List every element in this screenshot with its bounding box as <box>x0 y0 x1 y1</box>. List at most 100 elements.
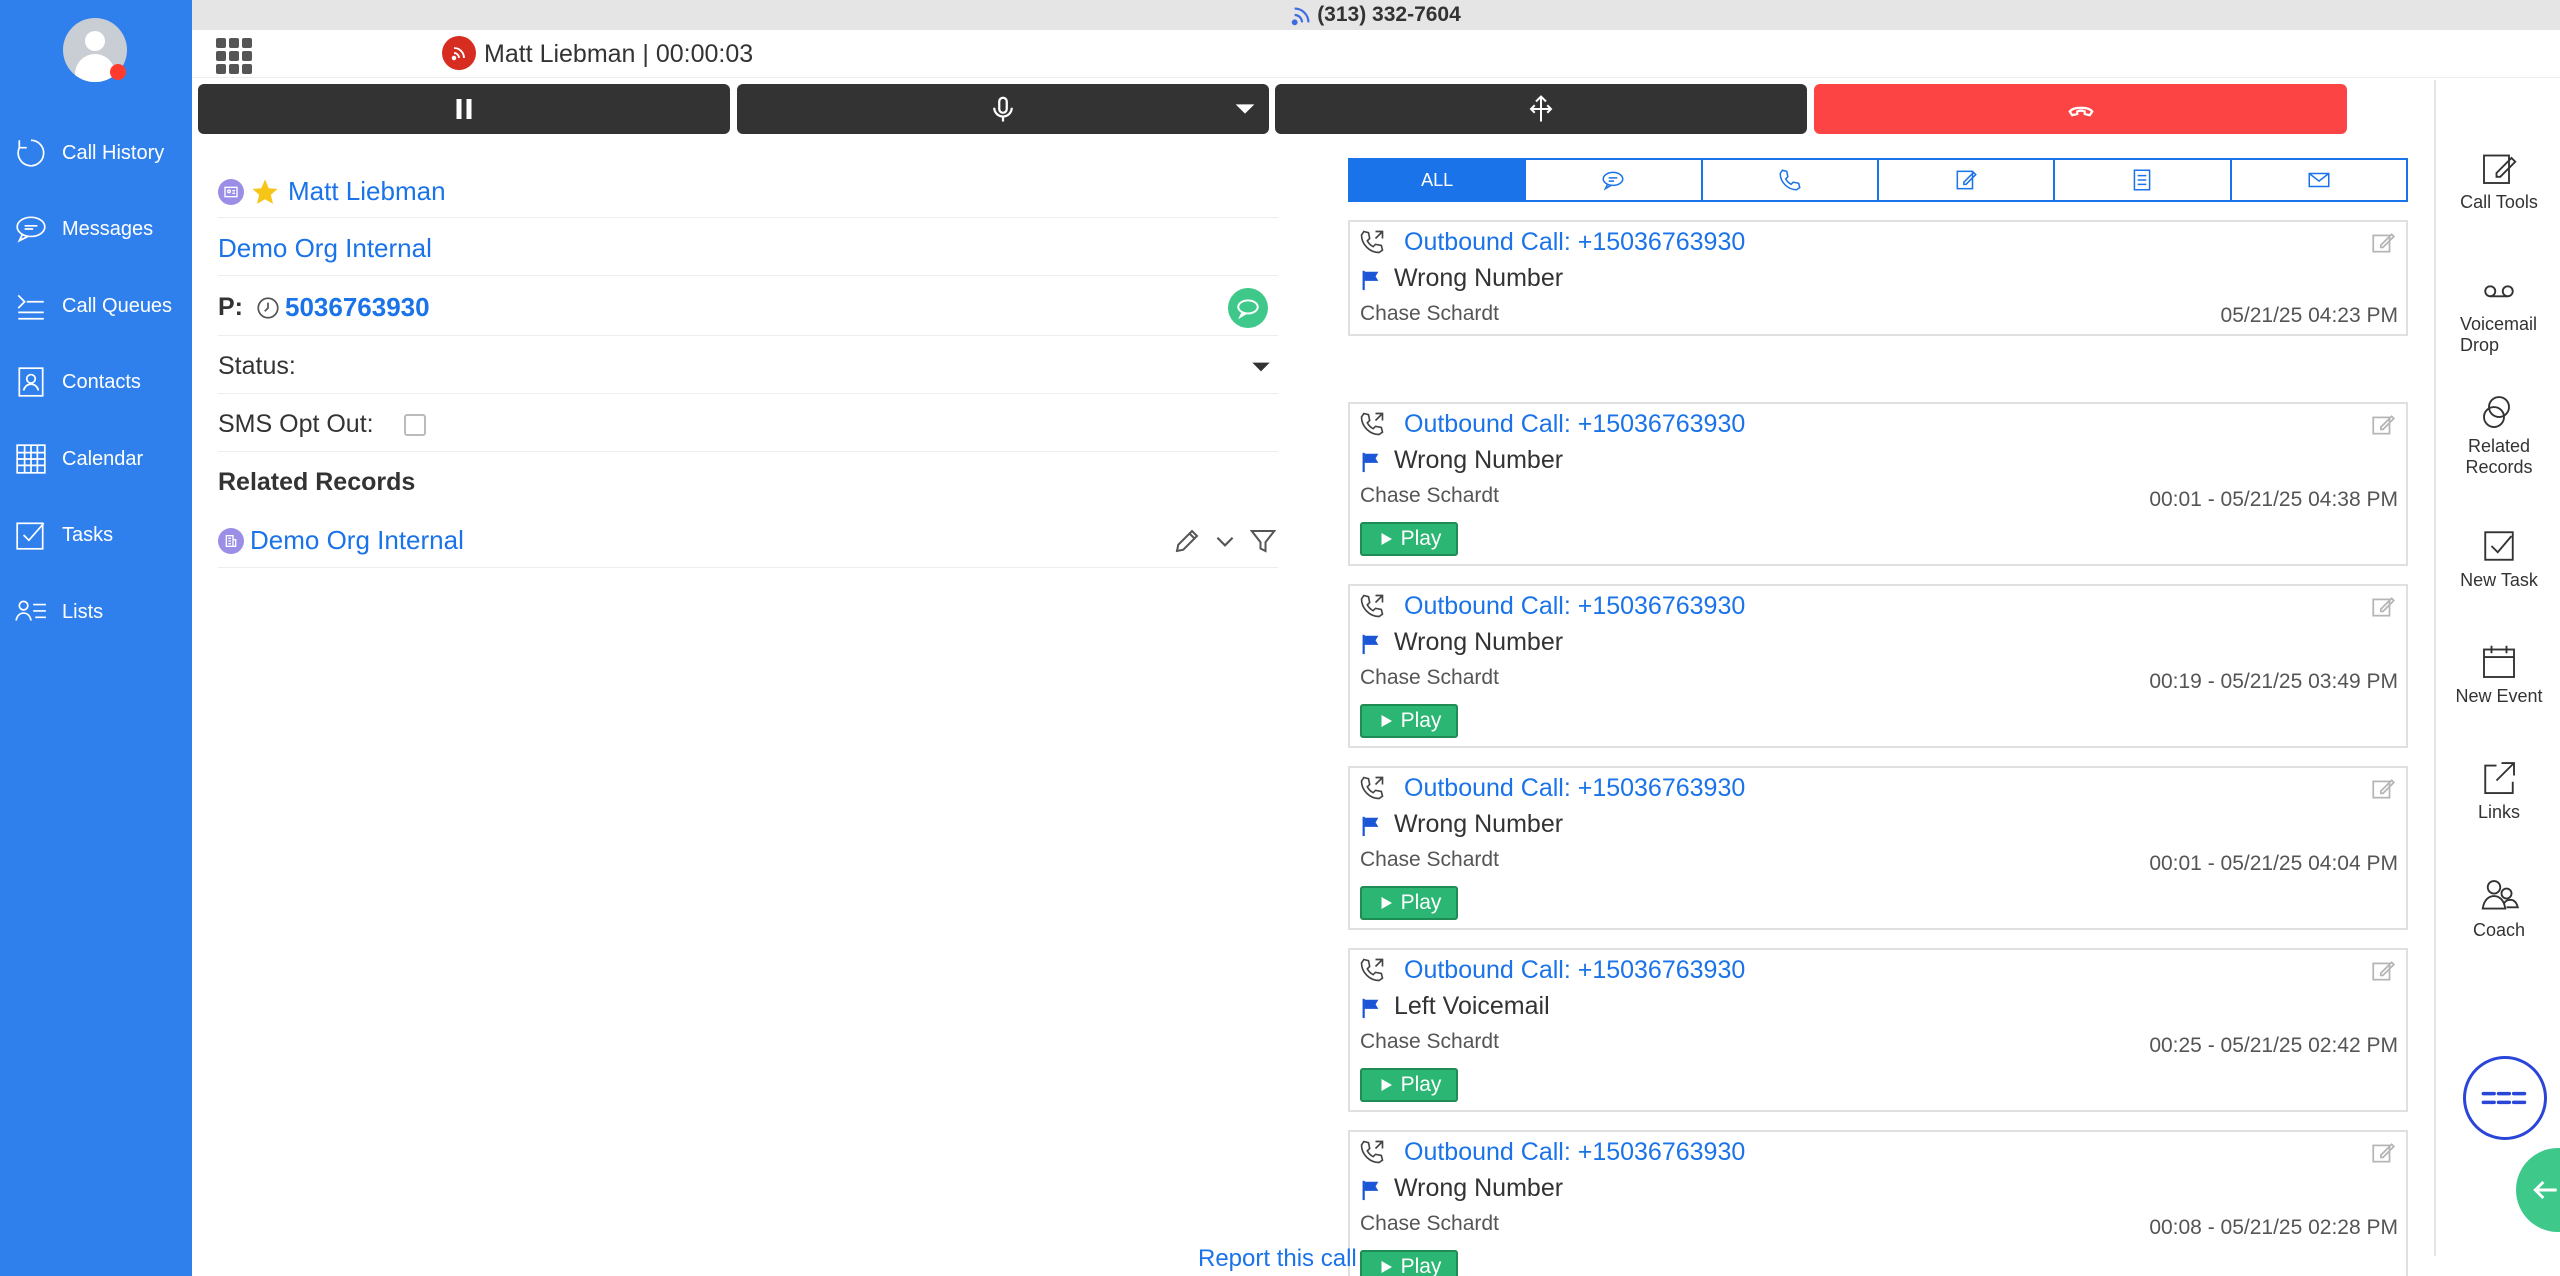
organization-row: Demo Org Internal <box>218 222 1278 276</box>
tab-notes[interactable] <box>1879 160 2056 200</box>
related-record-link[interactable]: Demo Org Internal <box>250 525 464 556</box>
chevron-down-icon[interactable] <box>1248 354 1274 380</box>
contact-card-icon <box>218 178 244 205</box>
sidebar-item-label: Call Queues <box>62 294 173 317</box>
chat-icon <box>1602 171 1624 191</box>
rail-item-label: Voicemail Drop <box>2460 314 2538 355</box>
queue-arrows-icon <box>0 289 62 323</box>
tab-email[interactable] <box>2232 160 2406 200</box>
app-grid-icon[interactable] <box>216 38 254 74</box>
new-task-button[interactable]: New Task <box>2436 526 2560 591</box>
activity-entry: Outbound Call: +15036763930 Wrong Number… <box>1348 766 2408 930</box>
organization-link[interactable]: Demo Org Internal <box>218 233 432 264</box>
transfer-button[interactable] <box>1275 84 1807 134</box>
status-row[interactable]: Status: <box>218 340 1278 394</box>
new-task-icon <box>2484 531 2514 561</box>
sidebar-item-tasks[interactable]: Tasks <box>0 505 192 565</box>
activity-title-link[interactable]: Outbound Call: +15036763930 <box>1404 774 1745 803</box>
agent-name: Chase Schardt <box>1360 848 1499 871</box>
agent-name: Chase Schardt <box>1360 666 1499 689</box>
rail-item-label: Call Tools <box>2460 192 2538 212</box>
play-icon <box>1381 533 1392 545</box>
new-event-button[interactable]: New Event <box>2436 642 2560 707</box>
hold-button[interactable] <box>198 84 730 134</box>
sidebar-item-call-queues[interactable]: Call Queues <box>0 276 192 336</box>
activity-title-link[interactable]: Outbound Call: +15036763930 <box>1404 228 1745 257</box>
chat-bubble-icon <box>0 212 62 246</box>
sidebar-item-call-history[interactable]: Call History <box>0 123 192 183</box>
call-disposition: Wrong Number <box>1394 264 1564 292</box>
chevron-down-icon[interactable] <box>1231 95 1259 123</box>
call-duration-timestamp: 05/21/25 04:23 PM <box>2220 304 2398 327</box>
activity-entry: Outbound Call: +15036763930 Left Voicema… <box>1348 948 2408 1112</box>
tab-messages[interactable] <box>1526 160 1703 200</box>
phone-number-link[interactable]: 5036763930 <box>285 292 430 323</box>
edit-icon[interactable] <box>2370 230 2396 256</box>
coach-button[interactable]: Coach <box>2436 876 2560 941</box>
document-icon <box>2134 169 2151 191</box>
related-records-button[interactable]: Related Records <box>2436 392 2560 478</box>
agent-name: Chase Schardt <box>1360 302 1499 325</box>
voicemail-drop-button[interactable]: Voicemail Drop <box>2436 270 2560 356</box>
play-icon <box>1381 897 1392 909</box>
flag-icon <box>1362 270 1379 291</box>
dialpad-button[interactable] <box>2463 1056 2547 1140</box>
sidebar-item-messages[interactable]: Messages <box>0 199 192 259</box>
filter-icon[interactable] <box>1248 526 1278 556</box>
active-line-bar: (313) 332-7604 <box>192 0 2560 30</box>
tab-calls[interactable] <box>1703 160 1879 200</box>
organization-icon <box>218 527 244 554</box>
edit-icon[interactable] <box>2370 412 2396 438</box>
tab-all[interactable]: ALL <box>1350 160 1527 200</box>
edit-icon[interactable] <box>2370 958 2396 984</box>
activity-title-link[interactable]: Outbound Call: +15036763930 <box>1404 592 1745 621</box>
play-recording-button[interactable]: Play <box>1360 886 1458 920</box>
agent-name: Chase Schardt <box>1360 1212 1499 1235</box>
hang-up-button[interactable] <box>1814 84 2347 134</box>
play-label: Play <box>1400 1255 1442 1276</box>
contact-name-link[interactable]: Matt Liebman <box>288 176 446 207</box>
mute-button[interactable] <box>737 84 1269 134</box>
phone-row: P: 5036763930 <box>218 280 1278 336</box>
caller-name-timer: Matt Liebman | 00:00:03 <box>484 40 754 68</box>
send-sms-button[interactable] <box>1228 287 1268 328</box>
links-button[interactable]: Links <box>2436 758 2560 823</box>
sidebar-item-label: Tasks <box>62 523 114 546</box>
status-label: Status: <box>218 352 296 380</box>
transfer-icon <box>1529 95 1553 122</box>
activity-title-link[interactable]: Outbound Call: +15036763930 <box>1404 410 1745 439</box>
sms-opt-out-checkbox[interactable] <box>403 413 426 436</box>
report-call-link[interactable]: Report this call <box>1198 1245 1357 1273</box>
play-recording-button[interactable]: Play <box>1360 1068 1458 1102</box>
sidebar-item-contacts[interactable]: Contacts <box>0 352 192 412</box>
activity-title-link[interactable]: Outbound Call: +15036763930 <box>1404 1138 1745 1167</box>
edit-icon[interactable] <box>2370 594 2396 620</box>
tab-documents[interactable] <box>2055 160 2232 200</box>
sidebar-item-label: Contacts <box>62 370 141 393</box>
star-icon[interactable] <box>250 177 280 207</box>
sidebar-item-lists[interactable]: Lists <box>0 582 192 642</box>
contact-card-icon <box>0 365 62 399</box>
phone-icon <box>1779 169 1801 191</box>
chat-icon <box>1237 298 1259 319</box>
chevron-down-icon[interactable] <box>1212 528 1238 554</box>
play-recording-button[interactable]: Play <box>1360 704 1458 738</box>
pencil-icon[interactable] <box>1172 526 1202 556</box>
dialpad-icon <box>2481 1091 2527 1105</box>
sidebar-item-calendar[interactable]: Calendar <box>0 429 192 489</box>
call-disposition: Wrong Number <box>1394 628 1564 656</box>
play-recording-button[interactable]: Play <box>1360 1250 1458 1276</box>
edit-icon[interactable] <box>2370 776 2396 802</box>
active-call-icon <box>442 36 476 70</box>
microphone-icon <box>993 96 1013 122</box>
rail-item-label: New Event <box>2455 686 2543 706</box>
activity-title-link[interactable]: Outbound Call: +15036763930 <box>1404 956 1745 985</box>
call-duration-timestamp: 00:01 - 05/21/25 04:04 PM <box>2149 852 2398 875</box>
outbound-call-icon <box>1360 412 1384 436</box>
edit-icon[interactable] <box>2370 1140 2396 1166</box>
activity-entry: Outbound Call: +15036763930 Wrong Number… <box>1348 220 2408 336</box>
agent-name: Chase Schardt <box>1360 1030 1499 1053</box>
call-tools-button[interactable]: Call Tools <box>2436 148 2560 213</box>
play-recording-button[interactable]: Play <box>1360 522 1458 556</box>
external-link-icon <box>2484 762 2515 794</box>
